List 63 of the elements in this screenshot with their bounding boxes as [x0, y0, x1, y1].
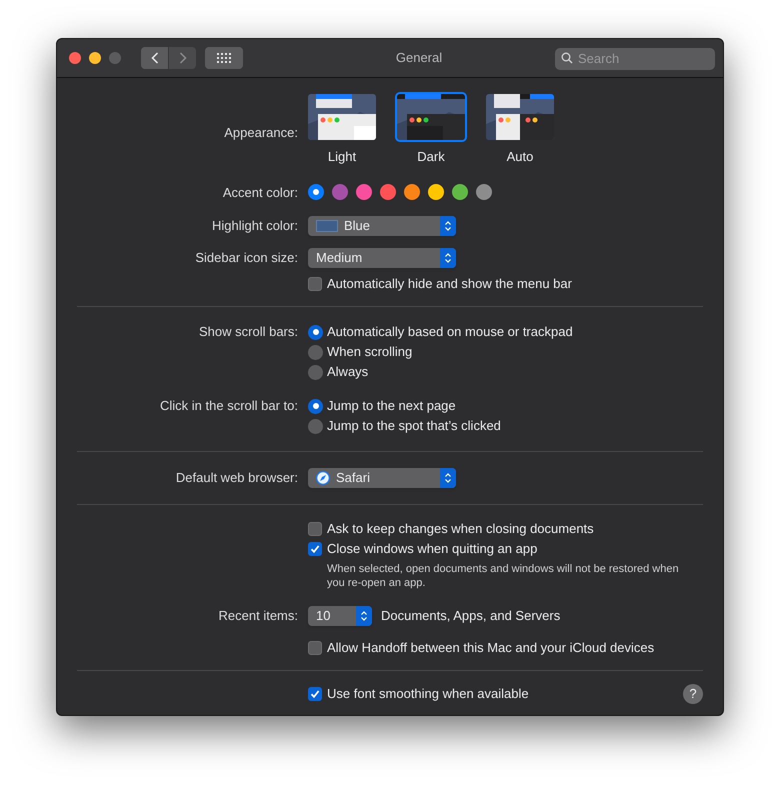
setting-label: Highlight color: [212, 217, 298, 236]
accent-swatch[interactable] [380, 184, 396, 200]
radio-button[interactable] [308, 418, 323, 434]
accent-swatch[interactable] [332, 184, 348, 200]
appearance-option[interactable]: Dark [395, 92, 467, 166]
help-text: When selected, open documents and windows will not be restored when you re-open an app. [327, 562, 680, 590]
radio-label: Always [327, 363, 368, 382]
accent-swatch[interactable] [452, 184, 468, 200]
popup-button[interactable]: Medium [308, 248, 456, 268]
radio-button[interactable] [308, 364, 323, 380]
forward-button[interactable] [169, 47, 196, 69]
setting-label: Recent items: [218, 607, 298, 626]
checkbox-label: Allow Handoff between this Mac and your iCloud devices [327, 639, 654, 658]
window-title: General [396, 49, 442, 68]
checkbox-label: Close windows when quitting an app [327, 540, 538, 558]
grid-icon [217, 53, 231, 63]
accent-swatch[interactable] [308, 184, 324, 200]
stepper-icon [440, 216, 456, 236]
back-button[interactable] [141, 47, 168, 69]
radio-label: When scrolling [327, 343, 412, 362]
setting-label: Appearance: [224, 124, 298, 142]
appearance-option[interactable]: Auto [484, 92, 556, 166]
setting-label: Documents, Apps, and Servers [381, 607, 560, 626]
checkbox-label: Automatically hide and show the menu bar [327, 275, 572, 294]
checkbox[interactable] [308, 542, 322, 556]
appearance-option[interactable]: Light [306, 92, 378, 166]
radio-button[interactable] [308, 324, 323, 340]
accent-swatch[interactable] [428, 184, 444, 200]
setting-label: Sidebar icon size: [195, 249, 298, 268]
checkbox[interactable] [308, 277, 322, 291]
setting-label: Show scroll bars: [199, 323, 298, 341]
accent-swatch[interactable] [356, 184, 372, 200]
stepper-icon [440, 468, 456, 488]
radio-button[interactable] [308, 398, 323, 414]
help-button[interactable]: ? [683, 684, 703, 704]
checkbox[interactable] [308, 522, 322, 536]
search-field[interactable]: Search [555, 48, 715, 70]
radio-label: Jump to the next page [327, 397, 456, 416]
checkbox[interactable] [308, 687, 322, 701]
popup-button[interactable]: Blue [308, 216, 456, 236]
setting-label: Click in the scroll bar to: [160, 397, 298, 415]
radio-label: Jump to the spot that’s clicked [327, 417, 501, 436]
search-icon [561, 52, 573, 64]
show-all-button[interactable] [205, 47, 243, 69]
popup-button[interactable]: Safari [308, 468, 456, 488]
chevron-right-icon [178, 52, 186, 64]
radio-label: Automatically based on mouse or trackpad [327, 323, 573, 342]
accent-swatch[interactable] [404, 184, 420, 200]
checkbox-label: Ask to keep changes when closing documents [327, 520, 594, 538]
minimize-button[interactable] [89, 52, 101, 64]
checkbox-label: Use font smoothing when available [327, 685, 529, 704]
close-button[interactable] [69, 52, 81, 64]
popup-button[interactable]: 10 [308, 606, 372, 626]
setting-label: Accent color: [222, 184, 298, 202]
setting-label: Default web browser: [176, 469, 298, 488]
radio-button[interactable] [308, 344, 323, 360]
chevron-left-icon [150, 52, 158, 64]
checkbox[interactable] [308, 641, 322, 655]
stepper-icon [356, 606, 372, 626]
compass-icon [316, 471, 330, 485]
stepper-icon [440, 248, 456, 268]
accent-swatch[interactable] [476, 184, 492, 200]
color-swatch [316, 220, 338, 232]
